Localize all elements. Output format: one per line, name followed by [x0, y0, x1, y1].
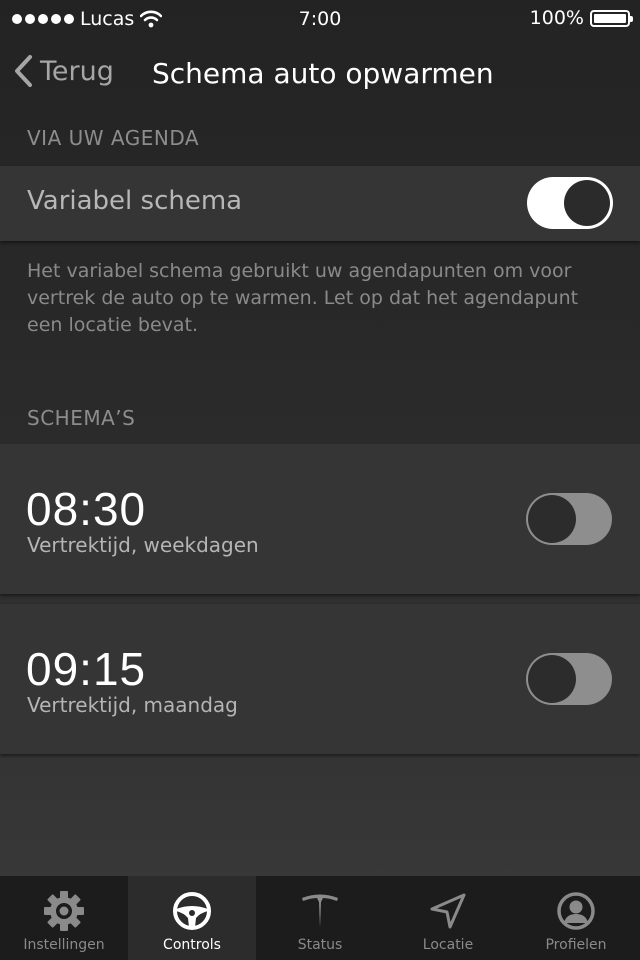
battery-group: 100%: [529, 7, 633, 29]
page-title: Schema auto opwarmen: [152, 57, 494, 90]
variable-schedule-description: Het variabel schema gebruikt uw agendapu…: [27, 260, 579, 336]
section-header-calendar: VIA UW AGENDA: [27, 126, 200, 150]
schedule-toggle-0915[interactable]: [526, 653, 612, 705]
schedule-time: 08:30: [26, 483, 147, 535]
tab-controls[interactable]: Controls: [128, 876, 256, 960]
chevron-left-icon: [15, 55, 32, 87]
toggle-knob: [528, 655, 576, 703]
schedule-row[interactable]: 08:30 Vertrektijd, weekdagen: [0, 444, 640, 594]
status-bar: Lucas 7:00 100%: [0, 0, 640, 40]
tab-instellingen[interactable]: Instellingen: [0, 876, 128, 960]
schedule-row[interactable]: 09:15 Vertrektijd, maandag: [0, 604, 640, 754]
tab-label: Status: [297, 937, 343, 953]
schedule-subtitle: Vertrektijd, weekdagen: [27, 533, 259, 557]
back-button[interactable]: Terug: [12, 54, 114, 88]
tab-label: Locatie: [422, 937, 474, 953]
schedule-toggle-0830[interactable]: [526, 493, 612, 545]
tesla-logo-icon: [302, 894, 338, 928]
toggle-knob: [564, 180, 610, 226]
section-header-schedules: SCHEMA’S: [27, 406, 136, 430]
toggle-knob: [528, 495, 576, 543]
tab-locatie[interactable]: Locatie: [384, 876, 512, 960]
variable-schedule-label: Variabel schema: [27, 186, 243, 216]
gear-icon: [44, 891, 84, 931]
schedule-subtitle: Vertrektijd, maandag: [27, 693, 238, 717]
tab-label: Profielen: [545, 937, 607, 953]
steering-wheel-icon: [173, 892, 211, 930]
tab-status[interactable]: Status: [256, 876, 384, 960]
tab-profielen[interactable]: Profielen: [512, 876, 640, 960]
navigation-bar: Terug Schema auto opwarmen: [0, 40, 640, 108]
variable-schedule-row: Variabel schema: [0, 166, 640, 241]
battery-icon: [590, 9, 633, 27]
tab-label: Instellingen: [23, 937, 105, 953]
variable-schedule-toggle[interactable]: [527, 177, 613, 229]
location-arrow-icon: [430, 893, 466, 929]
back-label: Terug: [40, 55, 114, 87]
tab-bar: Instellingen Controls Status Locatie Pro…: [0, 876, 640, 960]
battery-percent: 100%: [529, 7, 584, 29]
tab-label: Controls: [163, 937, 221, 953]
schedule-time: 09:15: [26, 643, 147, 695]
profile-icon: [557, 892, 595, 930]
